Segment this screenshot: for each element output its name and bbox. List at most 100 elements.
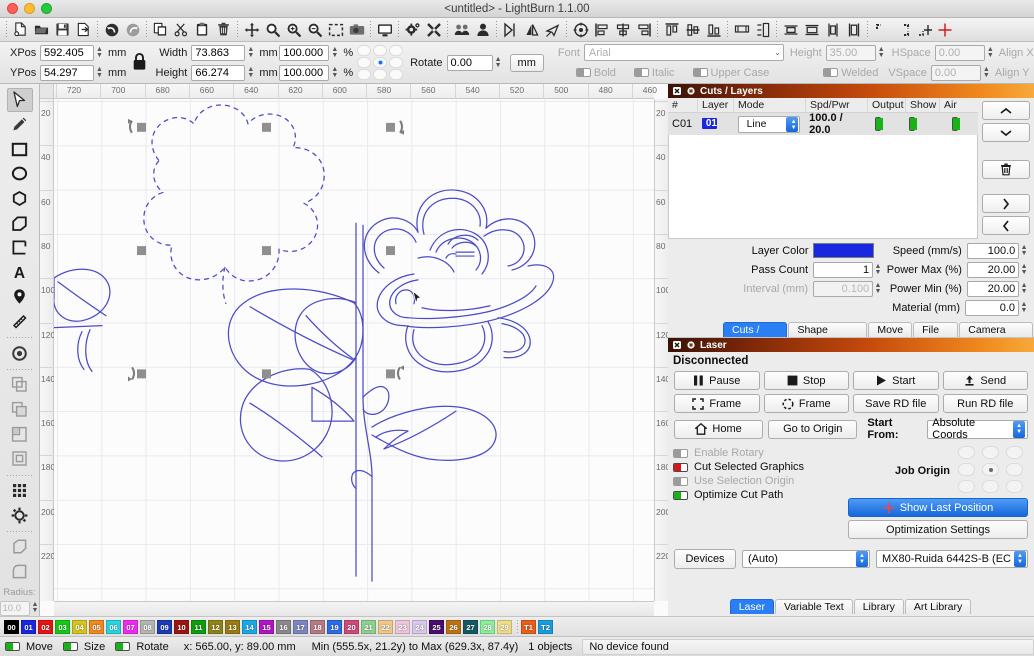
job-origin-mr[interactable] bbox=[1006, 463, 1023, 476]
air-toggle[interactable] bbox=[952, 117, 959, 131]
palette-swatch-14[interactable]: 14 bbox=[242, 619, 257, 634]
vspace-stepper[interactable]: ▲ ▼ bbox=[982, 65, 991, 81]
horizontal-scrollbar[interactable] bbox=[54, 601, 654, 616]
job-origin-br[interactable] bbox=[1006, 480, 1023, 493]
anchor-top-center[interactable] bbox=[373, 45, 388, 56]
optimization-settings-button[interactable]: Optimization Settings bbox=[848, 520, 1028, 539]
rotate-input[interactable]: 0.00 bbox=[446, 54, 493, 71]
vertical-ruler-left[interactable]: 20 40 60 80 100 120 140 160 180 200 220 bbox=[40, 99, 55, 601]
height-percent-input[interactable]: 100.000 bbox=[279, 64, 330, 81]
align-bottom-icon[interactable] bbox=[703, 19, 724, 40]
layer-color-chip[interactable]: 01 bbox=[701, 118, 717, 129]
device-select[interactable]: MX80-Ruida 6442S-B (EC ▲ ▼ bbox=[876, 550, 1028, 568]
radius-control[interactable]: 10.0 ▲ ▼ bbox=[0, 600, 40, 616]
palette-swatch-17[interactable]: 17 bbox=[293, 619, 308, 634]
settings-gear-icon[interactable] bbox=[402, 19, 423, 40]
frame-circle-button[interactable]: Frame bbox=[763, 394, 849, 413]
send-button[interactable]: Send bbox=[942, 371, 1028, 390]
anchor-bottom-left[interactable] bbox=[357, 69, 372, 80]
size-group[interactable]: Width 73.863 ▲ ▼ mm 100.000 ▲ ▼ % Height 6… bbox=[153, 42, 353, 83]
rotate-group[interactable]: Rotate 0.00 ▲ ▼ mm bbox=[410, 53, 544, 72]
job-origin-ml[interactable] bbox=[958, 463, 975, 476]
move-layer-up-button[interactable] bbox=[982, 101, 1030, 120]
tab-file-list[interactable]: File List bbox=[913, 322, 959, 351]
palette-swatch-27[interactable]: 27 bbox=[463, 619, 478, 634]
rotate-status-toggle[interactable]: Rotate bbox=[110, 641, 173, 653]
start-button[interactable]: Start bbox=[853, 371, 939, 390]
camera-icon[interactable] bbox=[346, 19, 367, 40]
power-max-input[interactable]: 20.00 bbox=[966, 261, 1020, 278]
move-status-toggle[interactable]: Move bbox=[0, 641, 58, 653]
devices-row[interactable]: Devices (Auto) ▲ ▼ MX80-Ruida 6442S-B (EC… bbox=[668, 539, 1034, 569]
palette-tool-layer-T2[interactable]: T2 bbox=[538, 619, 553, 634]
frame-square-button[interactable]: Frame bbox=[674, 394, 760, 413]
close-icon[interactable] bbox=[672, 341, 681, 350]
show-last-position-button[interactable]: Show Last Position bbox=[848, 498, 1028, 517]
move-icon[interactable] bbox=[241, 19, 262, 40]
palette-swatch-23[interactable]: 23 bbox=[395, 619, 410, 634]
select-tool[interactable] bbox=[6, 88, 33, 112]
height-input[interactable]: 66.274 bbox=[191, 64, 246, 81]
palette-swatch-20[interactable]: 20 bbox=[344, 619, 359, 634]
enable-rotary-toggle[interactable] bbox=[673, 448, 688, 458]
zoom-in-icon[interactable] bbox=[283, 19, 304, 40]
palette-swatch-22[interactable]: 22 bbox=[378, 619, 393, 634]
tab-library[interactable]: Library bbox=[853, 599, 904, 614]
zoom-out-icon[interactable] bbox=[304, 19, 325, 40]
use-selection-origin-checkbox[interactable]: Use Selection Origin bbox=[668, 474, 848, 488]
frame-preview-icon[interactable] bbox=[374, 19, 395, 40]
uppercase-toggle[interactable] bbox=[692, 68, 708, 77]
home-button[interactable]: Home bbox=[674, 419, 764, 439]
tool-palette[interactable]: A Radius: 10.0 ▲ ▼ bbox=[0, 84, 40, 616]
stepper-icon[interactable]: ▲ ▼ bbox=[856, 551, 868, 567]
ypos-stepper[interactable]: ▲ ▼ bbox=[95, 65, 104, 81]
offset-inward-tool[interactable] bbox=[7, 398, 33, 422]
cuts-layers-side-buttons[interactable] bbox=[978, 98, 1034, 239]
palette-swatch-08[interactable]: 08 bbox=[140, 619, 155, 634]
text-tool[interactable]: A bbox=[7, 261, 33, 285]
radius-input[interactable]: 10.0 bbox=[0, 600, 30, 616]
text-height-input[interactable]: 35.00 bbox=[825, 44, 876, 61]
set-position-br-icon[interactable] bbox=[892, 19, 913, 40]
delete-trash-icon[interactable] bbox=[213, 19, 234, 40]
grid-array-tool[interactable] bbox=[7, 479, 33, 503]
palette-swatch-00[interactable]: 00 bbox=[4, 619, 19, 634]
window-controls[interactable] bbox=[0, 3, 52, 14]
palette-swatch-24[interactable]: 24 bbox=[412, 619, 427, 634]
weld-icon[interactable] bbox=[780, 19, 801, 40]
laser-home-row[interactable]: Home Go to Origin Start From: Absolute C… bbox=[668, 417, 1034, 444]
align-center-h-icon[interactable] bbox=[612, 19, 633, 40]
palette-swatch-15[interactable]: 15 bbox=[259, 619, 274, 634]
interval-stepper[interactable]: ▲ ▼ bbox=[873, 282, 882, 295]
job-origin-tr[interactable] bbox=[1006, 446, 1023, 459]
vspace-input[interactable]: 0.00 bbox=[930, 64, 981, 81]
interval-row[interactable]: Interval (mm) 0.100 ▲ ▼ Power Min (%) 20.… bbox=[668, 280, 1028, 297]
text-height-stepper[interactable]: ▲ ▼ bbox=[877, 45, 886, 61]
main-toolbar[interactable] bbox=[0, 18, 1034, 42]
set-position-tl-icon[interactable] bbox=[871, 19, 892, 40]
row-output[interactable] bbox=[867, 117, 905, 131]
node-edit-tool[interactable] bbox=[7, 341, 33, 365]
width-stepper[interactable]: ▲ ▼ bbox=[246, 45, 255, 61]
laser-checkbox-list[interactable]: Enable Rotary Cut Selected Graphics Use … bbox=[668, 446, 848, 539]
go-to-origin-button[interactable]: Go to Origin bbox=[768, 419, 858, 439]
boolean-intersect-icon[interactable] bbox=[843, 19, 864, 40]
color-palette-bar[interactable]: 00 01 02 03 04 05 06 07 08 09 10 11 12 13 14 15 16 17 18 19… bbox=[0, 616, 1034, 636]
tab-camera-control[interactable]: Camera Control bbox=[959, 322, 1033, 351]
row-air[interactable] bbox=[938, 117, 978, 131]
distribute-v-icon[interactable] bbox=[752, 19, 773, 40]
mirror-horizontal-icon[interactable] bbox=[500, 19, 521, 40]
palette-swatch-12[interactable]: 12 bbox=[208, 619, 223, 634]
align-right-icon[interactable] bbox=[633, 19, 654, 40]
laser-buttons-row2[interactable]: Frame Frame Save RD file Run RD file bbox=[668, 394, 1034, 417]
ungroup-icon[interactable] bbox=[472, 19, 493, 40]
mode-select[interactable]: Line ▲ ▼ bbox=[737, 115, 800, 133]
move-toggle[interactable] bbox=[5, 642, 20, 651]
ypos-input[interactable]: 54.297 bbox=[40, 64, 94, 81]
float-panel-icon[interactable] bbox=[686, 341, 695, 350]
close-icon[interactable] bbox=[672, 87, 681, 96]
set-origin-icon[interactable] bbox=[934, 19, 955, 40]
anchor-top-right[interactable] bbox=[389, 45, 404, 56]
job-origin-bl[interactable] bbox=[958, 480, 975, 493]
palette-swatch-26[interactable]: 26 bbox=[446, 619, 461, 634]
